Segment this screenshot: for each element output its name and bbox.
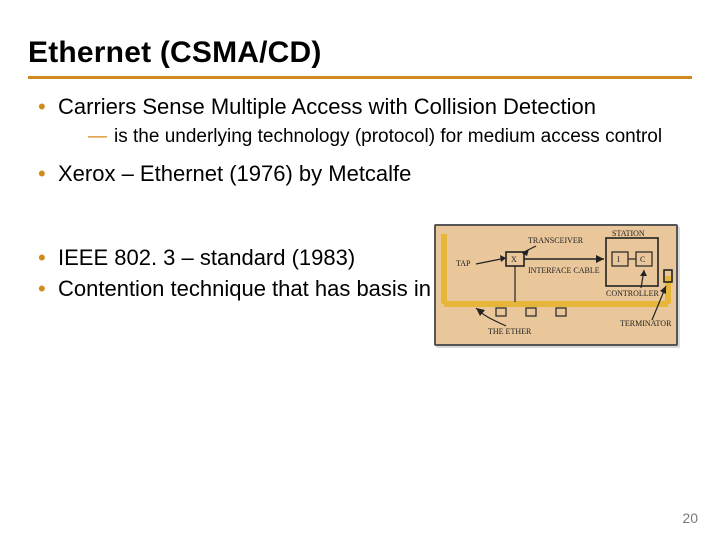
diagram-label: X bbox=[511, 255, 517, 264]
diagram-label: TERMINATOR bbox=[620, 319, 672, 328]
bullet-item: Carriers Sense Multiple Access with Coll… bbox=[28, 93, 692, 148]
diagram-label: TAP bbox=[456, 259, 471, 268]
bullet-item: Xerox – Ethernet (1976) by Metcalfe bbox=[28, 160, 692, 188]
slide-title: Ethernet (CSMA/CD) bbox=[28, 36, 692, 70]
sub-bullet: is the underlying technology (protocol) … bbox=[58, 125, 692, 149]
diagram-label: I bbox=[617, 255, 620, 264]
title-underline bbox=[28, 76, 692, 79]
sub-bullet-text: is the underlying technology (protocol) … bbox=[114, 126, 662, 147]
bullet-text: IEEE 802. 3 – standard (1983) bbox=[58, 245, 355, 270]
slide: Ethernet (CSMA/CD) Carriers Sense Multip… bbox=[0, 0, 720, 540]
diagram-label: CONTROLLER bbox=[606, 289, 660, 298]
page-number: 20 bbox=[682, 510, 698, 526]
diagram-label: INTERFACE CABLE bbox=[528, 266, 600, 275]
bullet-text: Carriers Sense Multiple Access with Coll… bbox=[58, 94, 596, 119]
ethernet-diagram-icon: TAP X TRANSCEIVER INTERFACE CABLE STATIO… bbox=[434, 224, 678, 346]
bullet-text: Xerox – Ethernet (1976) by Metcalfe bbox=[58, 161, 411, 186]
diagram-label: C bbox=[640, 255, 645, 264]
bullet-list: Carriers Sense Multiple Access with Coll… bbox=[28, 93, 692, 188]
ethernet-diagram-svg: TAP X TRANSCEIVER INTERFACE CABLE STATIO… bbox=[436, 226, 676, 344]
diagram-label: THE ETHER bbox=[488, 327, 532, 336]
diagram-label: TRANSCEIVER bbox=[528, 236, 584, 245]
diagram-label: STATION bbox=[612, 229, 645, 238]
spacer bbox=[28, 192, 692, 218]
